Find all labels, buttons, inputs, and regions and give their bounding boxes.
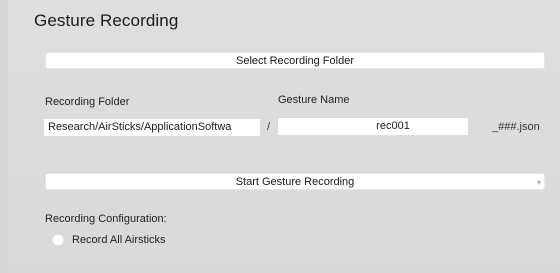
recording-configuration-label: Recording Configuration: <box>45 213 167 225</box>
gesture-name-label: Gesture Name <box>278 94 350 106</box>
start-gesture-recording-button[interactable]: Start Gesture Recording ▾ <box>45 173 545 190</box>
panel-title: Gesture Recording <box>34 11 179 30</box>
record-all-airsticks-option[interactable]: Record All Airsticks <box>52 232 166 248</box>
gesture-name-input[interactable]: rec001 <box>278 118 468 135</box>
select-recording-folder-button[interactable]: Select Recording Folder <box>45 52 545 69</box>
record-all-airsticks-label: Record All Airsticks <box>72 234 166 246</box>
radio-button-icon[interactable] <box>52 234 64 246</box>
recording-folder-field[interactable]: Research/AirSticks/ApplicationSoftwa <box>44 119 260 136</box>
recording-folder-label: Recording Folder <box>45 96 130 108</box>
chevron-down-icon: ▾ <box>536 178 541 187</box>
filename-suffix: _###.json <box>492 121 540 133</box>
gesture-recording-panel: Gesture Recording Select Recording Folde… <box>8 0 560 273</box>
start-gesture-recording-label: Start Gesture Recording <box>235 176 355 188</box>
select-recording-folder-label: Select Recording Folder <box>235 55 354 67</box>
path-separator: / <box>267 121 271 133</box>
